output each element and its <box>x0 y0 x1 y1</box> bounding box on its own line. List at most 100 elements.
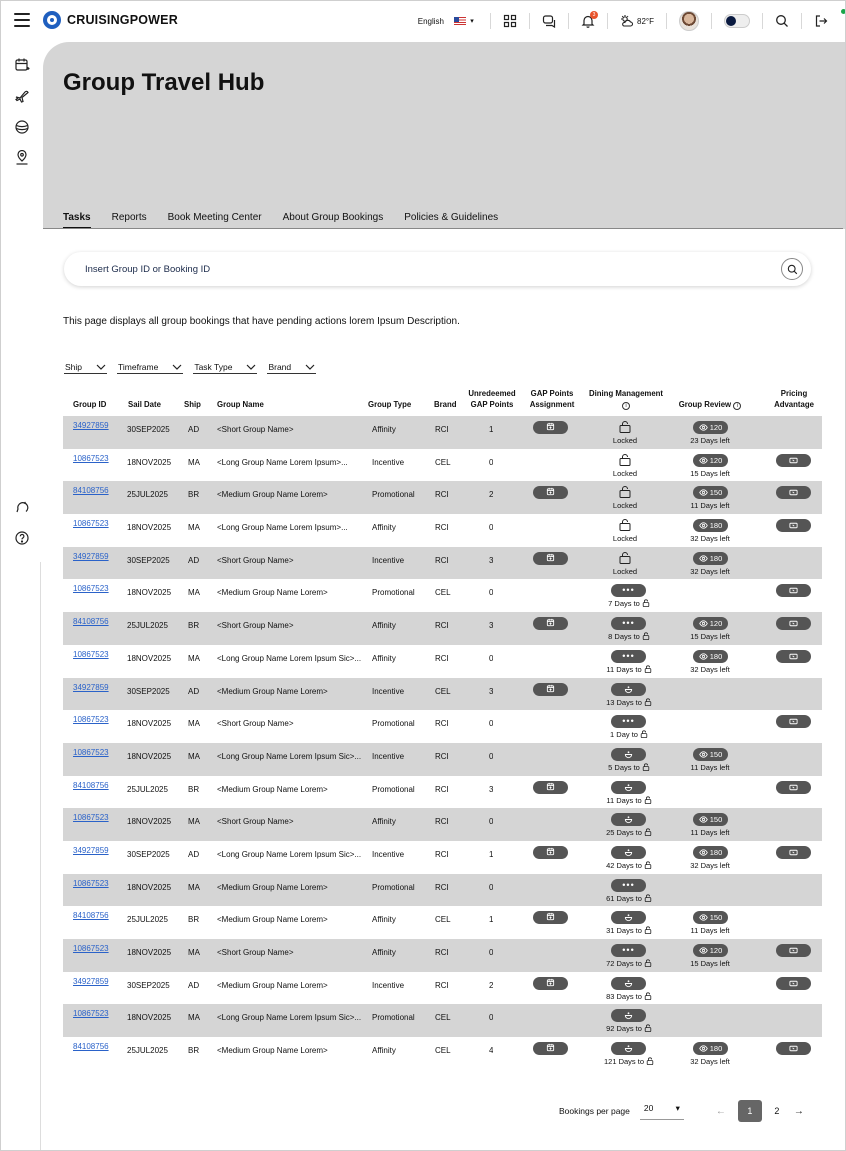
dining-button[interactable]: ••• <box>611 649 646 663</box>
tab-about-group-bookings[interactable]: About Group Bookings <box>283 212 384 229</box>
dining-button[interactable] <box>611 976 646 990</box>
group-id-link[interactable]: 34927859 <box>73 421 109 430</box>
group-id-link[interactable]: 10867523 <box>73 813 109 822</box>
page-2-button[interactable]: 2 <box>765 1100 789 1122</box>
pricing-advantage-button[interactable] <box>776 617 811 631</box>
hamburger-menu-icon[interactable] <box>14 13 30 27</box>
group-review-button[interactable]: 120 <box>693 453 728 467</box>
group-id-link[interactable]: 84108756 <box>73 617 109 626</box>
group-id-link[interactable]: 10867523 <box>73 584 109 593</box>
dining-button[interactable] <box>611 780 646 794</box>
pricing-advantage-button[interactable] <box>776 486 811 500</box>
tab-book-meeting-center[interactable]: Book Meeting Center <box>168 212 262 229</box>
assign-gap-button[interactable] <box>533 780 568 794</box>
tab-tasks[interactable]: Tasks <box>63 212 91 229</box>
group-review-button[interactable]: 150 <box>693 747 728 761</box>
language-selector[interactable]: English ▾ <box>418 14 478 28</box>
pricing-advantage-button[interactable] <box>776 649 811 663</box>
group-id-link[interactable]: 10867523 <box>73 748 109 757</box>
group-review-button[interactable]: 180 <box>693 551 728 565</box>
assign-gap-button[interactable] <box>533 486 568 500</box>
pricing-advantage-button[interactable] <box>776 845 811 859</box>
group-id-link[interactable]: 34927859 <box>73 683 109 692</box>
group-id-link[interactable]: 34927859 <box>73 552 109 561</box>
tab-reports[interactable]: Reports <box>112 212 147 229</box>
brand-logo[interactable]: CRUISINGPOWER <box>43 11 178 29</box>
dining-button[interactable] <box>611 682 646 696</box>
pricing-advantage-button[interactable] <box>776 976 811 990</box>
pricing-advantage-button[interactable] <box>776 715 811 729</box>
group-id-link[interactable]: 10867523 <box>73 650 109 659</box>
assign-gap-button[interactable] <box>533 845 568 859</box>
dining-button[interactable]: ••• <box>611 584 646 598</box>
group-id-link[interactable]: 10867523 <box>73 519 109 528</box>
group-review-button[interactable]: 150 <box>693 486 728 500</box>
search-button[interactable] <box>781 258 803 280</box>
weather-widget[interactable]: 82°F <box>620 14 654 28</box>
group-review-button[interactable]: 150 <box>693 813 728 827</box>
next-page-arrow-icon[interactable]: → <box>792 1106 806 1117</box>
assign-gap-button[interactable] <box>533 976 568 990</box>
group-review-button[interactable]: 120 <box>693 944 728 957</box>
info-icon[interactable]: i <box>622 402 630 410</box>
pricing-advantage-button[interactable] <box>776 1042 811 1056</box>
assign-gap-button[interactable] <box>533 617 568 631</box>
dining-button[interactable]: ••• <box>611 715 646 729</box>
pricing-advantage-button[interactable] <box>776 584 811 598</box>
info-icon[interactable]: i <box>733 402 742 410</box>
calendar-icon[interactable] <box>14 57 30 73</box>
dining-button[interactable]: ••• <box>611 944 646 957</box>
assign-gap-button[interactable] <box>533 682 568 696</box>
group-review-button[interactable]: 180 <box>693 519 728 533</box>
group-review-button[interactable]: 150 <box>693 911 728 925</box>
plane-icon[interactable] <box>14 88 30 104</box>
assign-gap-button[interactable] <box>533 421 568 434</box>
group-id-link[interactable]: 10867523 <box>73 715 109 724</box>
group-id-link[interactable]: 84108756 <box>73 911 109 920</box>
filter-ship[interactable]: Ship <box>64 362 108 374</box>
group-id-link[interactable]: 10867523 <box>73 454 109 463</box>
group-id-link[interactable]: 84108756 <box>73 486 109 495</box>
dining-button[interactable] <box>611 747 646 761</box>
group-review-button[interactable]: 180 <box>693 845 728 859</box>
group-id-link[interactable]: 84108756 <box>73 781 109 790</box>
group-id-link[interactable]: 84108756 <box>73 1042 109 1051</box>
dining-button[interactable] <box>611 1009 646 1023</box>
assign-gap-button[interactable] <box>533 1042 568 1056</box>
group-review-button[interactable]: 180 <box>693 1042 728 1056</box>
assign-gap-button[interactable] <box>533 551 568 565</box>
location-pin-icon[interactable] <box>14 149 30 166</box>
help-icon[interactable] <box>14 530 30 546</box>
dining-button[interactable] <box>611 911 646 925</box>
search-icon[interactable] <box>775 14 789 28</box>
pricing-advantage-button[interactable] <box>776 519 811 533</box>
group-id-link[interactable]: 10867523 <box>73 944 109 953</box>
group-id-link[interactable]: 10867523 <box>73 1009 109 1018</box>
dining-button[interactable]: ••• <box>611 617 646 631</box>
dining-button[interactable] <box>611 813 646 827</box>
filter-timeframe[interactable]: Timeframe <box>117 362 184 374</box>
group-id-link[interactable]: 10867523 <box>73 879 109 888</box>
globe-icon[interactable] <box>14 119 30 135</box>
pricing-advantage-button[interactable] <box>776 780 811 794</box>
group-review-button[interactable]: 120 <box>693 617 728 631</box>
filter-brand[interactable]: Brand <box>267 362 317 374</box>
tab-policies-guidelines[interactable]: Policies & Guidelines <box>404 212 498 229</box>
group-review-button[interactable]: 120 <box>693 421 728 434</box>
chat-icon[interactable] <box>542 14 556 28</box>
bell-icon[interactable]: 3 <box>581 11 599 28</box>
logout-icon[interactable] <box>814 14 828 28</box>
filter-task-type[interactable]: Task Type <box>193 362 258 374</box>
group-id-link[interactable]: 34927859 <box>73 977 109 986</box>
pricing-advantage-button[interactable] <box>776 453 811 467</box>
dining-button[interactable] <box>611 845 646 859</box>
pricing-advantage-button[interactable] <box>776 944 811 957</box>
dining-button[interactable]: ••• <box>611 878 646 892</box>
grid-icon[interactable] <box>503 14 517 28</box>
prev-page-arrow-icon[interactable]: ← <box>714 1106 728 1117</box>
page-1-button[interactable]: 1 <box>737 1100 762 1122</box>
group-review-button[interactable]: 180 <box>693 649 728 663</box>
group-id-link[interactable]: 34927859 <box>73 846 109 855</box>
assign-gap-button[interactable] <box>533 911 568 925</box>
search-input[interactable] <box>85 263 735 275</box>
